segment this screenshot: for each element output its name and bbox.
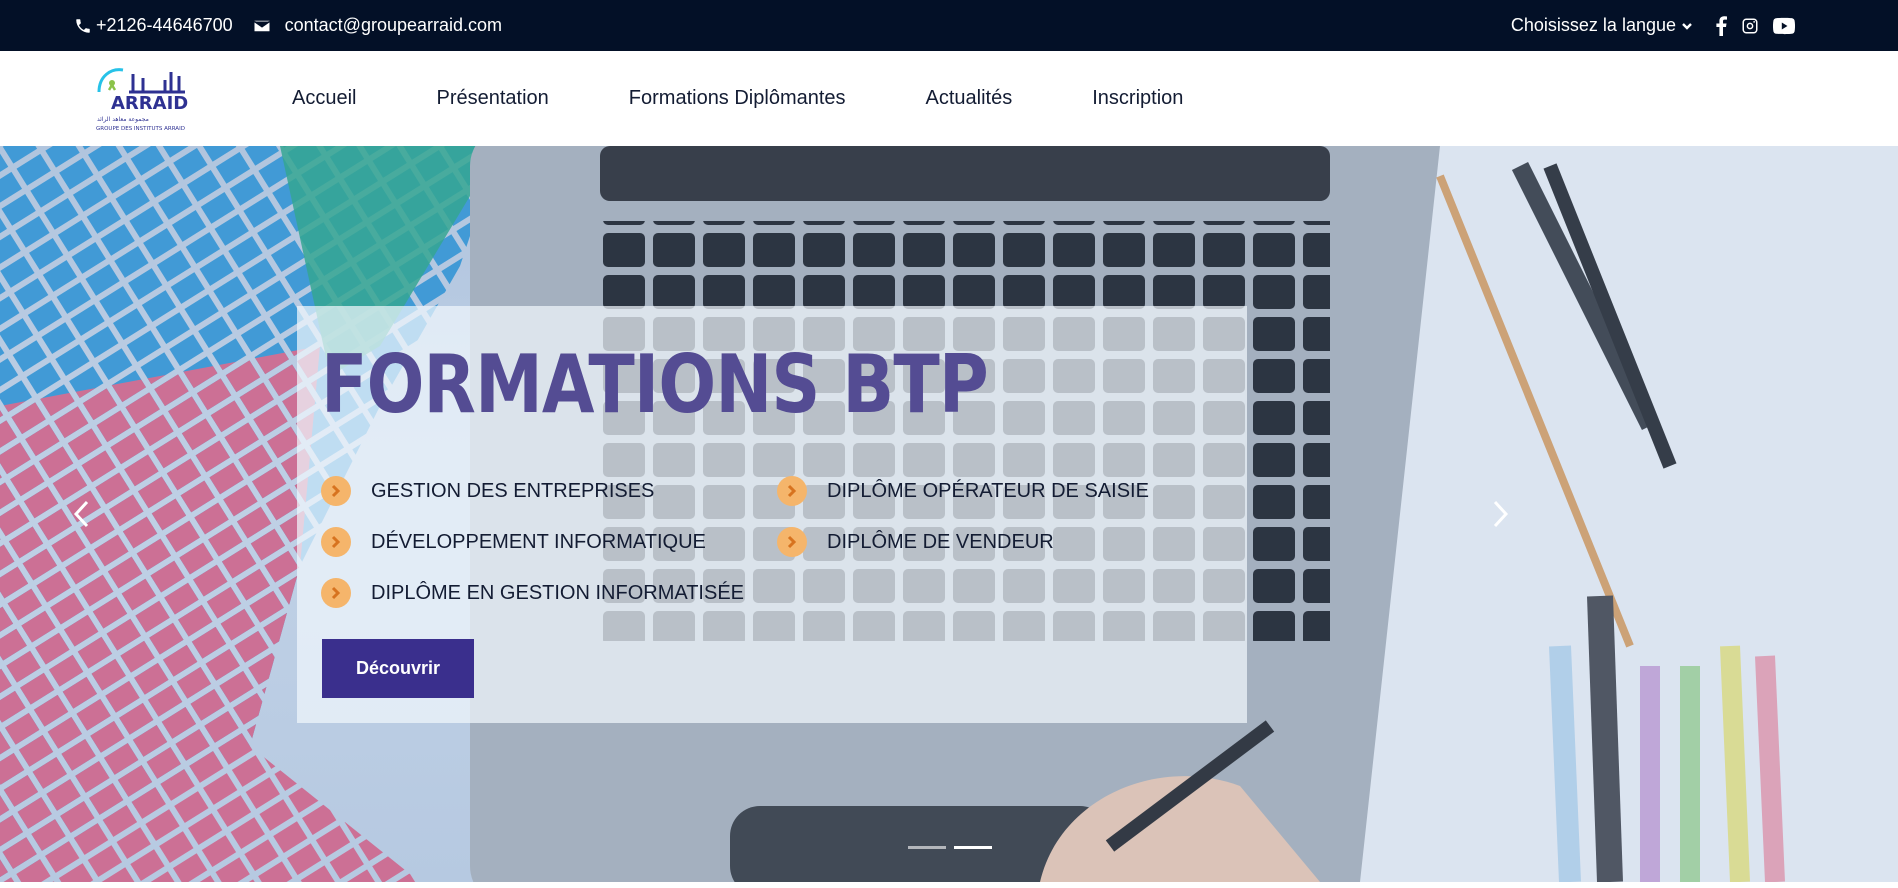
list-item-label: GESTION DES ENTREPRISES bbox=[371, 479, 655, 502]
chevron-right-icon bbox=[777, 476, 807, 506]
list-item-label: DÉVELOPPEMENT INFORMATIQUE bbox=[371, 530, 706, 553]
nav-presentation[interactable]: Présentation bbox=[436, 87, 548, 110]
top-bar: +2126-44646700 contact@groupearraid.com … bbox=[0, 0, 1898, 51]
phone-number: +2126-44646700 bbox=[96, 15, 233, 35]
chevron-right-icon bbox=[1493, 500, 1509, 528]
carousel-next-arrow[interactable] bbox=[1488, 498, 1512, 530]
carousel-prev-arrow[interactable] bbox=[70, 498, 94, 530]
chevron-right-icon bbox=[321, 476, 351, 506]
logo-name: ARRAID bbox=[111, 93, 188, 114]
svg-text:GROUPE DES INSTITUTS ARRAID: GROUPE DES INSTITUTS ARRAID bbox=[96, 126, 185, 132]
carousel-indicator-1[interactable] bbox=[908, 846, 946, 849]
svg-text:مجموعة معاهد الرائد: مجموعة معاهد الرائد bbox=[97, 116, 149, 123]
facebook-icon[interactable] bbox=[1715, 15, 1727, 36]
nav-formations-diplomantes[interactable]: Formations Diplômantes bbox=[629, 87, 846, 110]
list-item-label: DIPLÔME DE VENDEUR bbox=[827, 530, 1054, 553]
nav-inscription[interactable]: Inscription bbox=[1092, 87, 1183, 110]
language-label: Choisissez la langue bbox=[1510, 15, 1676, 35]
nav-actualites[interactable]: Actualités bbox=[926, 87, 1013, 110]
instagram-icon[interactable] bbox=[1741, 17, 1759, 35]
email-contact[interactable]: contact@groupearraid.com bbox=[253, 15, 502, 36]
language-selector[interactable]: Choisissez la langue bbox=[1511, 15, 1693, 36]
topbar-right: Choisissez la langue bbox=[1511, 0, 1795, 51]
carousel-indicator-2[interactable] bbox=[954, 846, 992, 849]
chevron-right-icon bbox=[321, 578, 351, 608]
phone-icon bbox=[76, 18, 90, 33]
hero-card: FORMATIONS BTP GESTION DES ENTREPRISES D… bbox=[297, 306, 1247, 723]
list-item-label: DIPLÔME OPÉRATEUR DE SAISIE bbox=[827, 479, 1149, 502]
contact-info: +2126-44646700 contact@groupearraid.com bbox=[74, 0, 502, 51]
list-item: DIPLÔME EN GESTION INFORMATISÉE bbox=[321, 578, 744, 608]
chevron-right-icon bbox=[321, 527, 351, 557]
list-item: GESTION DES ENTREPRISES bbox=[321, 476, 654, 506]
hero-carousel: FORMATIONS BTP GESTION DES ENTREPRISES D… bbox=[0, 146, 1898, 882]
email-address: contact@groupearraid.com bbox=[284, 15, 503, 35]
phone-contact[interactable]: +2126-44646700 bbox=[74, 15, 233, 36]
chevron-down-icon bbox=[1682, 22, 1692, 30]
main-menu: Accueil Présentation Formations Diplôman… bbox=[292, 51, 1263, 146]
decouvrir-button[interactable]: Découvrir bbox=[322, 639, 474, 698]
list-item: DIPLÔME OPÉRATEUR DE SAISIE bbox=[777, 476, 1149, 506]
hero-title: FORMATIONS BTP bbox=[321, 338, 989, 431]
list-item: DÉVELOPPEMENT INFORMATIQUE bbox=[321, 527, 706, 557]
chevron-left-icon bbox=[73, 500, 89, 528]
list-item: DIPLÔME DE VENDEUR bbox=[777, 527, 1054, 557]
envelope-icon bbox=[253, 20, 270, 31]
social-links bbox=[1715, 15, 1795, 36]
nav-accueil[interactable]: Accueil bbox=[292, 87, 356, 110]
list-item-label: DIPLÔME EN GESTION INFORMATISÉE bbox=[371, 581, 745, 604]
formations-list: GESTION DES ENTREPRISES DÉVELOPPEMENT IN… bbox=[321, 476, 1221, 636]
main-navbar: ARRAID مجموعة معاهد الرائد GROUPE DES IN… bbox=[0, 51, 1898, 146]
chevron-right-icon bbox=[777, 527, 807, 557]
carousel-indicators bbox=[908, 846, 1000, 849]
youtube-icon[interactable] bbox=[1773, 17, 1795, 35]
arraid-logo[interactable]: ARRAID مجموعة معاهد الرائد GROUPE DES IN… bbox=[93, 62, 191, 134]
